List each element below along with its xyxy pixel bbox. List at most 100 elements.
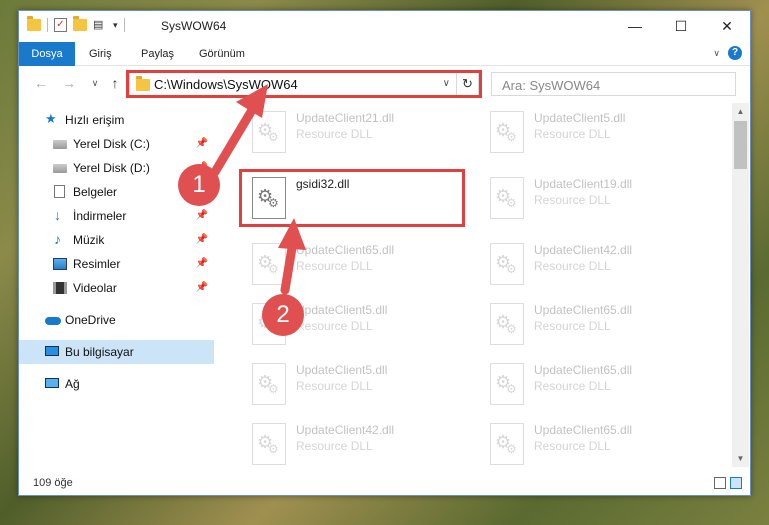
file-type: Resource DLL	[296, 259, 373, 273]
sidebar-item-label: Videolar	[73, 281, 117, 295]
details-view-icon[interactable]	[714, 477, 726, 489]
scrollbar-thumb[interactable]	[734, 121, 747, 169]
pin-icon[interactable]: 📌	[196, 252, 208, 276]
file-item[interactable]: UpdateClient65.dll Resource DLL	[484, 295, 714, 351]
file-type: Resource DLL	[534, 379, 611, 393]
ribbon-controls: ∨ ?	[713, 46, 742, 60]
file-name: UpdateClient65.dll	[534, 363, 633, 377]
dll-file-icon	[490, 363, 524, 405]
sidebar-item-local-disk-c[interactable]: Yerel Disk (C:) 📌	[19, 132, 214, 156]
dll-file-icon	[490, 423, 524, 465]
videos-icon	[53, 282, 67, 294]
folder-icon	[27, 16, 41, 31]
file-name: UpdateClient65.dll	[534, 423, 633, 437]
star-icon: ★	[45, 111, 57, 126]
dll-file-icon	[252, 363, 286, 405]
pin-icon[interactable]: 📌	[196, 204, 208, 228]
help-icon[interactable]: ?	[728, 46, 742, 60]
chevron-down-icon[interactable]: ▾	[113, 20, 118, 31]
file-type: Resource DLL	[534, 439, 611, 453]
pin-icon[interactable]: 📌	[196, 132, 208, 156]
item-count: 109 öğe	[33, 477, 73, 489]
quick-access-toolbar: ✓ ▤ ▾	[27, 16, 125, 32]
close-button[interactable]: ✕	[704, 11, 750, 42]
up-button[interactable]: ↑	[107, 75, 123, 91]
file-item-gsidi32[interactable]: gsidi32.dll	[246, 169, 476, 225]
tiles-view-icon[interactable]	[730, 477, 742, 489]
properties-check-icon[interactable]: ✓	[54, 18, 67, 32]
sidebar-item-pictures[interactable]: Resimler 📌	[19, 252, 214, 276]
title-bar: ✓ ▤ ▾ SysWOW64 — ☐ ✕	[19, 11, 750, 42]
new-folder-icon[interactable]	[73, 16, 87, 31]
dll-file-icon	[252, 423, 286, 465]
sidebar-item-music[interactable]: ♪ Müzik 📌	[19, 228, 214, 252]
customize-toolbar-icon[interactable]: ▤	[93, 19, 107, 31]
sidebar-item-label: Belgeler	[73, 185, 118, 199]
minimize-button[interactable]: —	[612, 11, 658, 42]
tab-home[interactable]: Giriş	[79, 42, 122, 66]
file-item[interactable]: UpdateClient65.dll Resource DLL	[246, 235, 476, 291]
file-name: gsidi32.dll	[296, 177, 350, 191]
file-type: Resource DLL	[534, 193, 611, 207]
sidebar-item-onedrive[interactable]: OneDrive	[19, 308, 214, 332]
search-input[interactable]: Ara: SysWOW64	[491, 72, 736, 96]
cloud-icon	[45, 317, 61, 325]
sidebar-item-videos[interactable]: Videolar 📌	[19, 276, 214, 300]
network-icon	[45, 378, 59, 388]
dll-file-icon	[490, 177, 524, 219]
sidebar-item-downloads[interactable]: ↓ İndirmeler 📌	[19, 204, 214, 228]
file-name: UpdateClient65.dll	[534, 303, 633, 317]
back-button[interactable]: ←	[33, 75, 49, 91]
address-bar[interactable]: C:\Windows\SysWOW64 ∨ ↻	[129, 72, 479, 96]
file-item[interactable]: UpdateClient42.dll Resource DLL	[246, 415, 476, 467]
tab-view[interactable]: Görünüm	[189, 42, 255, 66]
sidebar-item-this-pc[interactable]: Bu bilgisayar	[19, 340, 214, 364]
disk-icon	[53, 164, 67, 173]
sidebar-item-label: Yerel Disk (C:)	[73, 137, 150, 151]
file-item[interactable]: UpdateClient65.dll Resource DLL	[484, 415, 714, 467]
tab-share[interactable]: Paylaş	[131, 42, 184, 66]
dll-file-icon	[252, 243, 286, 285]
sidebar-item-label: Yerel Disk (D:)	[73, 161, 150, 175]
dll-file-icon	[490, 243, 524, 285]
file-name: UpdateClient42.dll	[534, 243, 633, 257]
scroll-up-icon[interactable]: ▲	[732, 103, 749, 120]
chevron-down-icon[interactable]: ∨	[443, 78, 450, 89]
file-item[interactable]: UpdateClient42.dll Resource DLL	[484, 235, 714, 291]
file-item[interactable]: UpdateClient65.dll Resource DLL	[484, 355, 714, 411]
forward-button[interactable]: →	[61, 75, 77, 91]
scroll-down-icon[interactable]: ▼	[732, 450, 749, 467]
pin-icon[interactable]: 📌	[196, 228, 208, 252]
sidebar-item-label: OneDrive	[65, 313, 116, 327]
ribbon-tabs: Dosya Giriş Paylaş Görünüm ∨ ?	[19, 42, 750, 66]
search-placeholder: Ara: SysWOW64	[502, 78, 601, 93]
file-item[interactable]: UpdateClient5.dll Resource DLL	[246, 355, 476, 411]
vertical-scrollbar[interactable]: ▲ ▼	[732, 103, 749, 467]
expand-ribbon-icon[interactable]: ∨	[713, 48, 720, 59]
callout-badge-one: 1	[178, 164, 220, 206]
file-item[interactable]: UpdateClient21.dll Resource DLL	[246, 103, 476, 159]
callout-badge-two: 2	[262, 294, 304, 336]
recent-locations-button[interactable]: ∨	[87, 78, 103, 89]
file-item[interactable]: UpdateClient19.dll Resource DLL	[484, 169, 714, 225]
file-type: Resource DLL	[296, 439, 373, 453]
sidebar-item-quick-access[interactable]: ★ Hızlı erişim	[19, 108, 214, 132]
file-item[interactable]: UpdateClient5.dll Resource DLL	[484, 103, 714, 159]
music-icon: ♪	[54, 231, 61, 247]
dll-file-icon	[490, 303, 524, 345]
address-path[interactable]: C:\Windows\SysWOW64	[154, 77, 298, 92]
file-type: Resource DLL	[534, 127, 611, 141]
pin-icon[interactable]: 📌	[196, 276, 208, 300]
computer-icon	[45, 346, 59, 356]
sidebar-item-network[interactable]: Ağ	[19, 372, 214, 396]
file-list: UpdateClient21.dll Resource DLL gsidi32.…	[216, 103, 730, 467]
dll-file-icon	[252, 111, 286, 153]
disk-icon	[53, 140, 67, 149]
refresh-button[interactable]: ↻	[456, 73, 478, 95]
toolbar-divider	[47, 18, 48, 32]
status-bar: 109 öğe	[19, 473, 750, 495]
maximize-button[interactable]: ☐	[658, 11, 704, 42]
tab-file[interactable]: Dosya	[19, 42, 75, 66]
sidebar-item-label: Resimler	[73, 257, 121, 271]
file-type: Resource DLL	[296, 127, 373, 141]
